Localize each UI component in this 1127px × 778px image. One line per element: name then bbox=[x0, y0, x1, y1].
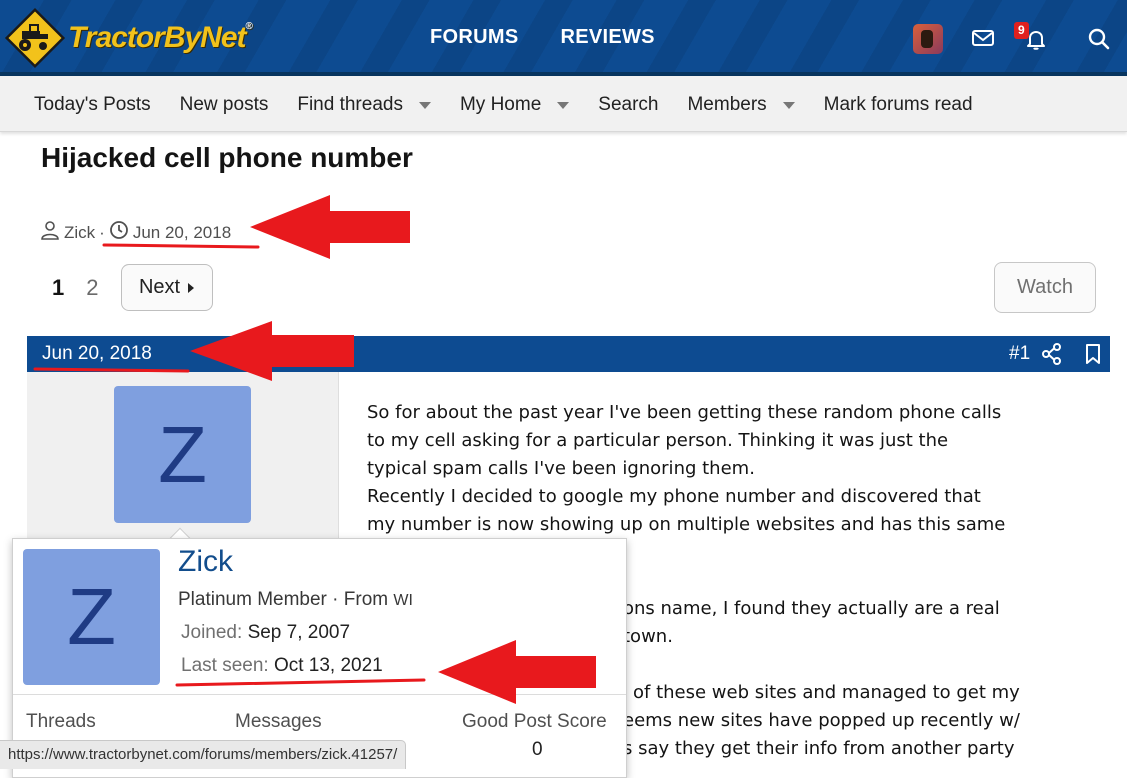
caret-right-icon bbox=[188, 282, 195, 293]
logo-wordmark: TractorByNet® bbox=[68, 21, 253, 54]
page-2-link[interactable]: 2 bbox=[86, 275, 98, 301]
page-1-link[interactable]: 1 bbox=[52, 275, 64, 301]
member-joined: Joined: Sep 7, 2007 bbox=[181, 622, 350, 644]
thread-author-link[interactable]: Zick bbox=[64, 223, 95, 243]
user-icon bbox=[40, 220, 60, 245]
pagination: 1 2 Next bbox=[52, 264, 213, 311]
subnav-label: Find threads bbox=[297, 94, 403, 115]
post-line: typical spam calls I've been ignoring th… bbox=[367, 458, 755, 479]
stat-score-value: 0 bbox=[532, 739, 543, 760]
last-seen-value: Oct 13, 2021 bbox=[273, 655, 383, 676]
bookmark-icon[interactable] bbox=[1085, 343, 1101, 370]
tractor-sign-icon bbox=[4, 7, 66, 69]
member-last-seen: Last seen: Oct 13, 2021 bbox=[181, 655, 383, 677]
post-line: So for about the past year I've been get… bbox=[367, 402, 1002, 423]
main-nav: FORUMS REVIEWS bbox=[430, 26, 655, 49]
thread-title: Hijacked cell phone number bbox=[41, 142, 413, 173]
subnav-mark-forums-read[interactable]: Mark forums read bbox=[824, 94, 973, 116]
share-icon[interactable] bbox=[1042, 343, 1062, 370]
clock-icon bbox=[109, 220, 129, 245]
member-card-title: Platinum Member · From WI bbox=[178, 589, 413, 610]
subnav-find-threads[interactable]: Find threads bbox=[297, 94, 431, 116]
site-logo[interactable]: TractorByNet® bbox=[4, 7, 253, 69]
thread-date-link[interactable]: Jun 20, 2018 bbox=[133, 223, 231, 243]
member-card-name[interactable]: Zick bbox=[178, 545, 233, 579]
bell-icon[interactable] bbox=[1025, 28, 1047, 55]
sub-navigation: Today's Posts New posts Find threads My … bbox=[0, 76, 1127, 132]
post-author-avatar[interactable]: Z bbox=[114, 386, 251, 523]
member-card-avatar[interactable]: Z bbox=[23, 549, 160, 685]
member-card-divider bbox=[13, 694, 626, 695]
post-number-link[interactable]: #1 bbox=[1009, 343, 1030, 365]
subnav-todays-posts[interactable]: Today's Posts bbox=[34, 94, 151, 116]
from-value: WI bbox=[393, 592, 413, 609]
chevron-down-icon[interactable] bbox=[557, 101, 570, 109]
subnav-label: My Home bbox=[459, 94, 542, 115]
link-status-bar: https://www.tractorbynet.com/forums/memb… bbox=[0, 740, 407, 769]
meta-separator: · bbox=[99, 222, 105, 242]
from-label: From bbox=[343, 589, 389, 610]
stat-threads-label[interactable]: Threads bbox=[26, 711, 96, 733]
subnav-label: Search bbox=[598, 94, 659, 115]
watch-button[interactable]: Watch bbox=[994, 262, 1096, 313]
subnav-label: Mark forums read bbox=[823, 94, 973, 115]
subnav-members[interactable]: Members bbox=[687, 94, 795, 116]
stat-messages-label[interactable]: Messages bbox=[235, 711, 322, 733]
last-seen-label: Last seen: bbox=[181, 655, 269, 676]
site-header: TractorByNet® FORUMS REVIEWS 9 bbox=[0, 0, 1127, 76]
next-page-button[interactable]: Next bbox=[120, 264, 213, 311]
post-date-link[interactable]: Jun 20, 2018 bbox=[42, 343, 152, 365]
subnav-new-posts[interactable]: New posts bbox=[180, 94, 269, 116]
nav-reviews[interactable]: REVIEWS bbox=[560, 26, 654, 49]
stat-score-label: Good Post Score bbox=[462, 711, 607, 732]
joined-value: Sep 7, 2007 bbox=[247, 622, 351, 643]
search-icon[interactable] bbox=[1087, 27, 1111, 56]
next-label: Next bbox=[138, 276, 181, 298]
nav-forums[interactable]: FORUMS bbox=[430, 26, 518, 49]
member-title: Platinum Member bbox=[178, 589, 327, 610]
inbox-envelope-icon[interactable] bbox=[971, 28, 995, 53]
subnav-label: New posts bbox=[179, 94, 269, 115]
post-line: my number is now showing up on multiple … bbox=[367, 514, 1006, 535]
account-avatar[interactable] bbox=[913, 24, 943, 54]
thread-meta: Zick · Jun 20, 2018 bbox=[40, 220, 235, 245]
joined-label: Joined: bbox=[181, 622, 243, 643]
post-line: to my cell asking for a particular perso… bbox=[367, 430, 949, 451]
post-header-bar: Jun 20, 2018 #1 bbox=[27, 336, 1110, 372]
post-line: Recently I decided to google my phone nu… bbox=[367, 486, 981, 507]
subnav-my-home[interactable]: My Home bbox=[459, 94, 570, 116]
subnav-search[interactable]: Search bbox=[598, 94, 658, 116]
subnav-label: Members bbox=[687, 94, 767, 115]
chevron-down-icon[interactable] bbox=[782, 101, 795, 109]
chevron-down-icon[interactable] bbox=[418, 101, 431, 109]
subnav-label: Today's Posts bbox=[34, 94, 151, 115]
